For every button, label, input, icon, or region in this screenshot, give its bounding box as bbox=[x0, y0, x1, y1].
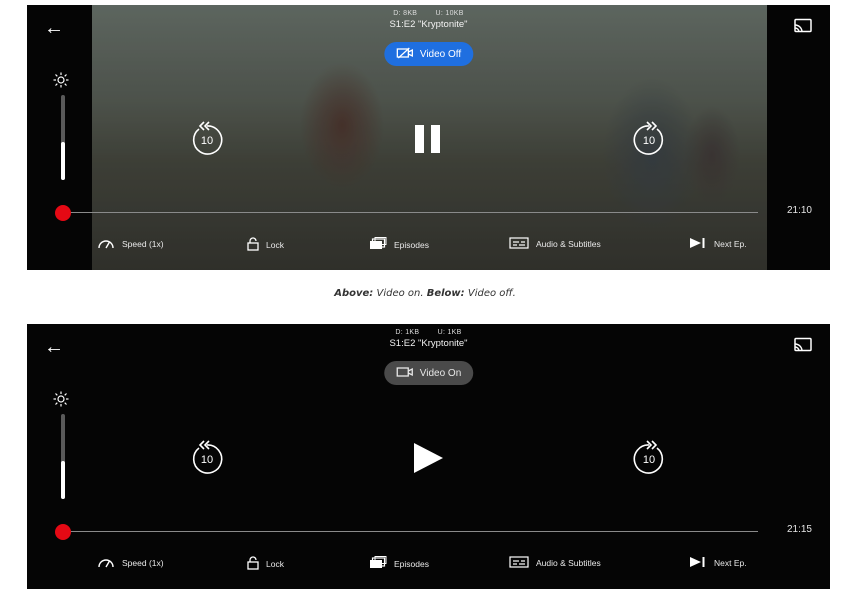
episodes-icon bbox=[369, 556, 387, 571]
player-controls: Speed (1x) Lock Episodes Audio & Subtitl… bbox=[27, 237, 830, 257]
speed-button[interactable]: Speed (1x) bbox=[97, 556, 164, 570]
svg-text:10: 10 bbox=[201, 135, 213, 147]
scrubber-handle[interactable] bbox=[55, 524, 71, 540]
video-toggle-label: Video Off bbox=[419, 48, 462, 60]
lock-button[interactable]: Lock bbox=[247, 556, 284, 572]
speed-button[interactable]: Speed (1x) bbox=[97, 237, 164, 251]
time-remaining: 21:10 bbox=[786, 205, 812, 216]
play-icon[interactable] bbox=[409, 439, 447, 477]
brightness-slider[interactable] bbox=[61, 414, 65, 499]
scrubber-handle[interactable] bbox=[55, 205, 71, 221]
brightness-fill bbox=[61, 141, 65, 180]
video-player-top[interactable]: ← D: 8KB U: 10KB S1:E2 "Kryptonite" Vide… bbox=[27, 5, 830, 270]
svg-text:10: 10 bbox=[643, 454, 655, 466]
episodes-button[interactable]: Episodes bbox=[369, 556, 429, 571]
upload-stat: U: 1KB bbox=[437, 329, 462, 336]
rewind-10-icon[interactable]: 10 bbox=[187, 118, 227, 158]
upload-stat: U: 10KB bbox=[435, 10, 464, 17]
rewind-10-icon[interactable]: 10 bbox=[187, 437, 227, 477]
forward-10-icon[interactable]: 10 bbox=[629, 118, 669, 158]
next-episode-icon bbox=[689, 237, 707, 251]
svg-text:10: 10 bbox=[643, 135, 655, 147]
forward-10-icon[interactable]: 10 bbox=[629, 437, 669, 477]
next-episode-button[interactable]: Next Ep. bbox=[689, 556, 747, 570]
lock-button[interactable]: Lock bbox=[247, 237, 284, 253]
download-stat: D: 1KB bbox=[395, 329, 420, 336]
speed-icon bbox=[97, 237, 115, 251]
progress-bar[interactable] bbox=[65, 531, 758, 532]
brightness-fill bbox=[61, 460, 65, 499]
svg-text:10: 10 bbox=[201, 454, 213, 466]
video-camera-icon bbox=[396, 366, 414, 381]
sun-icon bbox=[51, 70, 71, 90]
episode-title: S1:E2 "Kryptonite" bbox=[389, 19, 468, 30]
next-episode-button[interactable]: Next Ep. bbox=[689, 237, 747, 251]
network-stats: D: 1KB U: 1KB bbox=[27, 329, 830, 336]
network-stats: D: 8KB U: 10KB bbox=[27, 10, 830, 17]
next-episode-icon bbox=[689, 556, 707, 570]
progress-bar[interactable] bbox=[65, 212, 758, 213]
time-remaining: 21:15 bbox=[786, 524, 812, 535]
audio-subtitles-button[interactable]: Audio & Subtitles bbox=[509, 556, 601, 570]
player-controls: Speed (1x) Lock Episodes Audio & Subtitl… bbox=[27, 556, 830, 576]
lock-icon bbox=[247, 237, 259, 253]
speed-icon bbox=[97, 556, 115, 570]
video-camera-off-icon bbox=[396, 47, 414, 62]
subtitles-icon bbox=[509, 556, 529, 570]
brightness-slider[interactable] bbox=[61, 95, 65, 180]
episode-title: S1:E2 "Kryptonite" bbox=[389, 338, 468, 349]
episodes-icon bbox=[369, 237, 387, 252]
episodes-button[interactable]: Episodes bbox=[369, 237, 429, 252]
pause-icon[interactable] bbox=[409, 120, 447, 158]
video-player-bottom[interactable]: ← D: 1KB U: 1KB S1:E2 "Kryptonite" Video… bbox=[27, 324, 830, 589]
video-on-button[interactable]: Video On bbox=[383, 361, 474, 385]
subtitles-icon bbox=[509, 237, 529, 251]
audio-subtitles-button[interactable]: Audio & Subtitles bbox=[509, 237, 601, 251]
sun-icon bbox=[51, 389, 71, 409]
video-off-button[interactable]: Video Off bbox=[383, 42, 474, 66]
lock-icon bbox=[247, 556, 259, 572]
download-stat: D: 8KB bbox=[393, 10, 418, 17]
figure-caption: Above: Video on. Below: Video off. bbox=[334, 288, 516, 299]
video-toggle-label: Video On bbox=[419, 367, 462, 379]
